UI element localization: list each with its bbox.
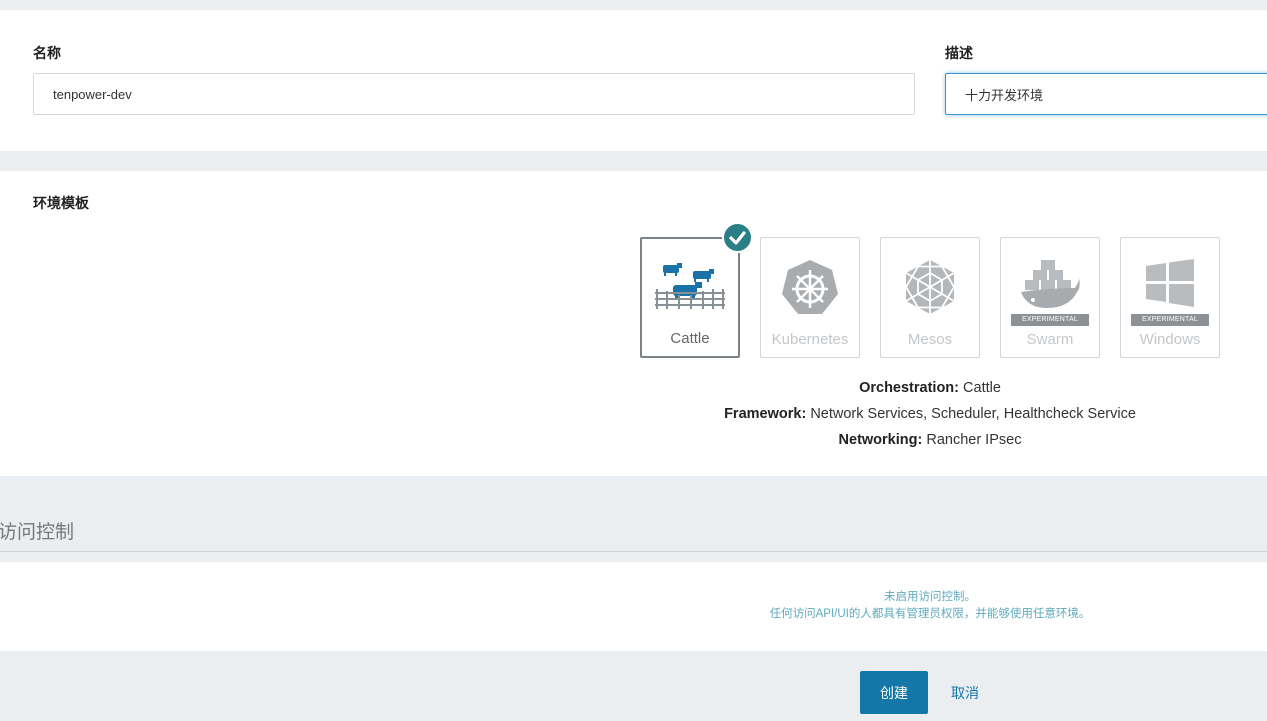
top-band — [0, 0, 1267, 10]
orchestration-label: Orchestration: — [859, 380, 959, 396]
networking-detail: Networking: Rancher IPsec — [640, 432, 1220, 448]
template-label-swarm: Swarm — [1026, 331, 1074, 348]
access-control-card: 未启用访问控制。 任何访问API/UI的人都具有管理员权限，并能够使用任意环境。 — [0, 562, 1267, 651]
access-control-title: 访问控制 — [0, 522, 75, 543]
template-label-windows: Windows — [1139, 331, 1201, 348]
basic-info-card: 名称 描述 — [0, 10, 1267, 151]
orchestration-detail: Orchestration: Cattle — [640, 380, 1220, 396]
networking-label: Networking: — [838, 432, 923, 448]
framework-label: Framework: — [724, 406, 807, 422]
framework-detail: Framework: Network Services, Scheduler, … — [640, 406, 1220, 422]
environment-template-card: 环境模板 Cattle Kubernetes Mesos EXPERIMENTA… — [0, 171, 1267, 476]
swarm-icon — [1021, 260, 1080, 308]
experimental-badge-swarm: EXPERIMENTAL — [1011, 314, 1089, 326]
access-control-notice-line1: 未启用访问控制。 — [884, 591, 976, 603]
cattle-icon — [655, 263, 725, 309]
kubernetes-icon — [782, 260, 838, 314]
create-button[interactable]: 创建 — [860, 671, 928, 714]
description-label: 描述 — [945, 45, 973, 61]
experimental-badge-windows: EXPERIMENTAL — [1131, 314, 1209, 326]
framework-value: Network Services, Scheduler, Healthcheck… — [810, 406, 1136, 422]
template-tile-kubernetes[interactable]: Kubernetes — [760, 237, 860, 358]
orchestration-value: Cattle — [963, 380, 1001, 396]
windows-icon — [1146, 259, 1194, 307]
mesos-icon — [904, 260, 956, 314]
access-control-divider — [0, 551, 1267, 552]
template-tile-mesos[interactable]: Mesos — [880, 237, 980, 358]
name-label: 名称 — [33, 45, 61, 61]
networking-value: Rancher IPsec — [926, 432, 1022, 448]
template-tile-swarm[interactable]: EXPERIMENTAL Swarm — [1000, 237, 1100, 358]
template-label-cattle: Cattle — [670, 330, 710, 347]
environment-template-title: 环境模板 — [33, 195, 89, 211]
template-label-mesos: Mesos — [907, 331, 953, 348]
template-tile-cattle[interactable]: Cattle — [640, 237, 740, 358]
selected-check-icon — [722, 222, 753, 253]
cancel-button[interactable]: 取消 — [940, 671, 990, 714]
description-input[interactable] — [945, 73, 1267, 115]
name-input[interactable] — [33, 73, 915, 115]
template-tile-windows[interactable]: EXPERIMENTAL Windows — [1120, 237, 1220, 358]
access-control-notice-line2: 任何访问API/UI的人都具有管理员权限，并能够使用任意环境。 — [769, 608, 1091, 620]
template-label-kubernetes: Kubernetes — [771, 331, 849, 348]
